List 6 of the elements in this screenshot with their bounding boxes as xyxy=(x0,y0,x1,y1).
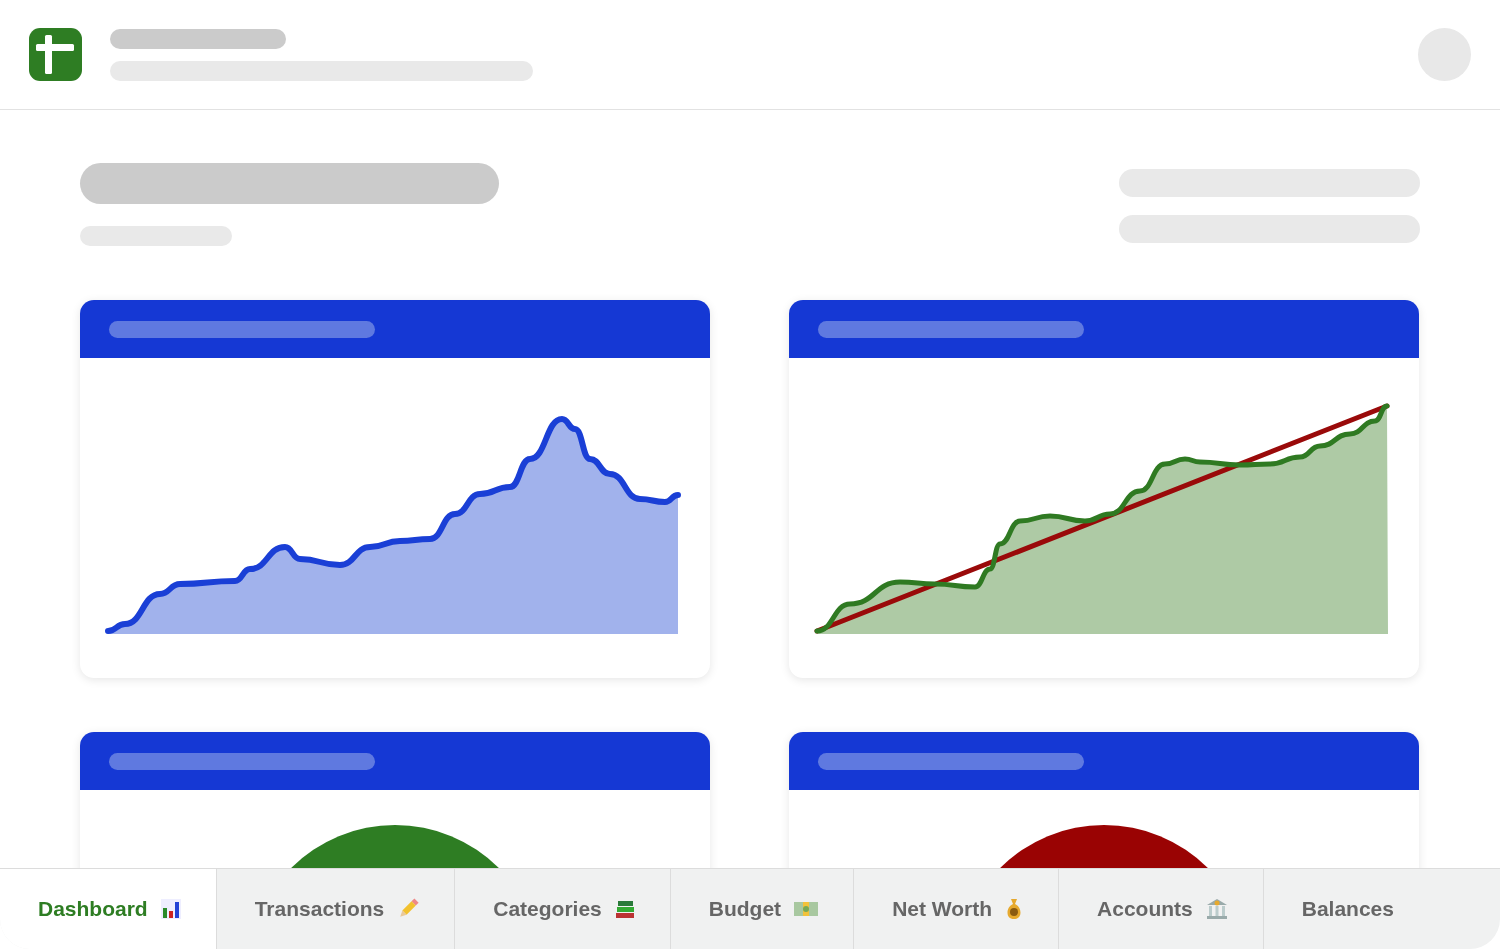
banknote-icon xyxy=(793,899,820,919)
bar-chart-icon xyxy=(159,898,182,920)
nav-tab[interactable]: Dashboard xyxy=(0,869,217,949)
books-icon xyxy=(613,898,636,920)
bank-icon xyxy=(1204,897,1229,921)
cross-logo-icon xyxy=(29,28,82,81)
